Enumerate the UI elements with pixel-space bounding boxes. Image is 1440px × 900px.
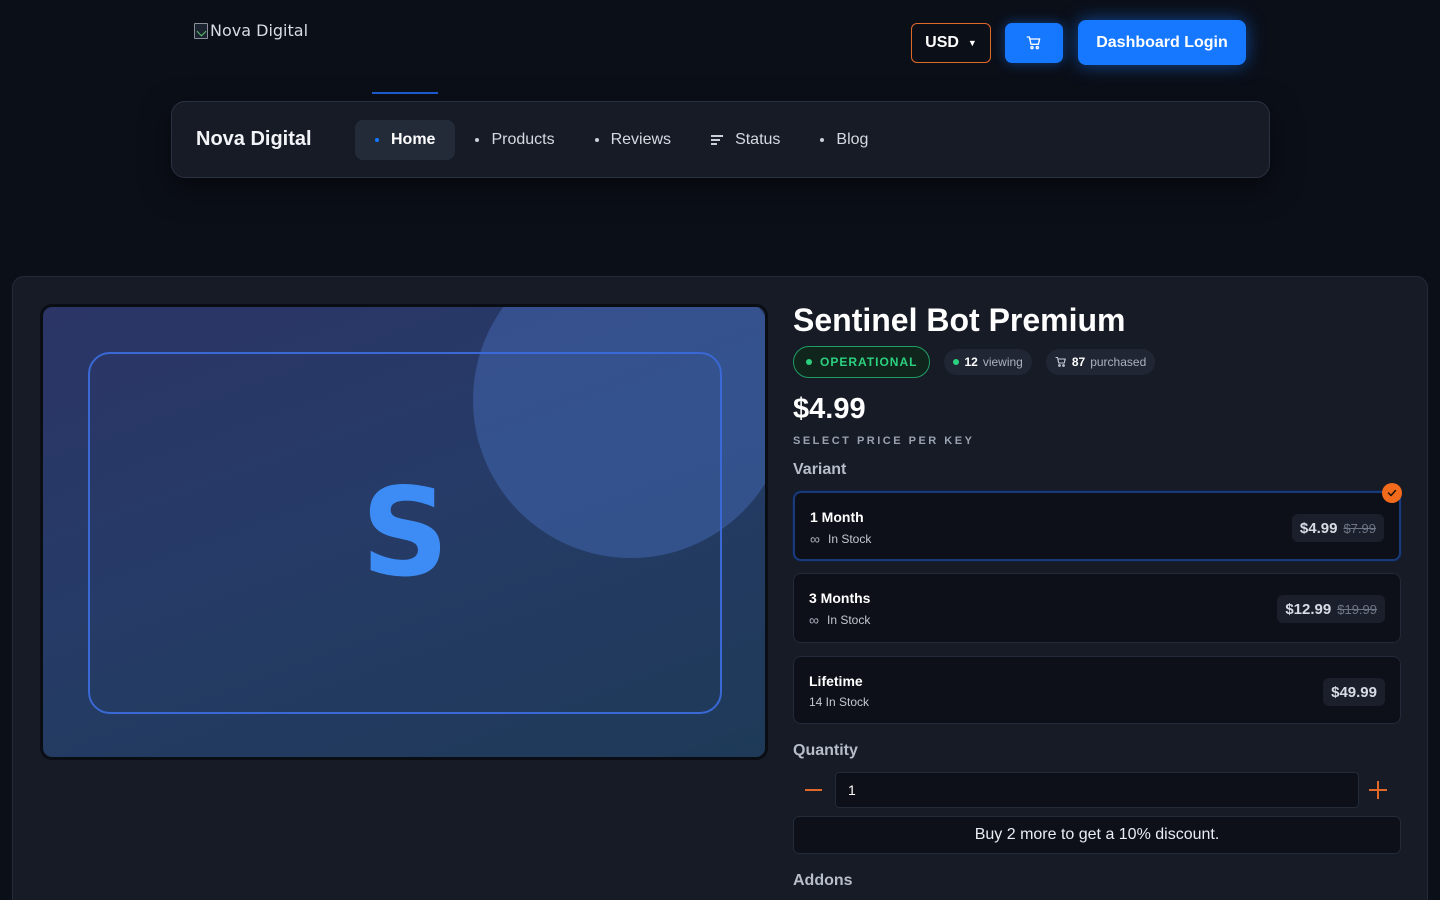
variant-stock-text: 14 In Stock [809, 695, 870, 709]
addons-label: Addons [793, 872, 853, 889]
live-dot-icon [953, 359, 960, 365]
dot-icon [475, 137, 480, 142]
plus-icon[interactable] [1369, 781, 1387, 799]
purchased-badge: 87 purchased [1045, 349, 1156, 375]
status-text: OPERATIONAL [820, 355, 918, 369]
variant-label: Variant [793, 461, 847, 478]
purchased-label: purchased [1090, 355, 1147, 369]
variant-name: 3 Months [809, 590, 871, 606]
top-bar: Nova Digital USD ▼ Dashboard Login [0, 0, 1440, 95]
variant-option-3-months[interactable]: 3 Months ∞ In Stock $12.99 $19.99 [793, 573, 1401, 643]
discount-notice: Buy 2 more to get a 10% discount. [793, 816, 1401, 854]
cart-button[interactable] [1005, 23, 1063, 63]
product-title: Sentinel Bot Premium [793, 302, 1126, 338]
caret-down-icon: ▼ [967, 38, 977, 48]
quantity-label: Quantity [793, 742, 858, 759]
nav-item-label: Status [735, 130, 781, 148]
currency-select[interactable]: USD ▼ [911, 23, 991, 63]
purchased-count: 87 [1071, 355, 1086, 369]
variant-price-old: $19.99 [1337, 601, 1377, 617]
broken-image-icon [194, 22, 208, 39]
quantity-input[interactable] [835, 772, 1359, 808]
variant-stock-text: In Stock [826, 613, 871, 627]
main-nav: Nova Digital Home Products Reviews Statu… [171, 101, 1270, 178]
logo[interactable]: Nova Digital [194, 21, 308, 40]
nav-item-label: Home [391, 130, 436, 148]
variant-price: $12.99 $19.99 [1277, 595, 1385, 623]
nav-item-status[interactable]: Status [691, 120, 800, 160]
dot-icon [820, 137, 825, 142]
active-indicator [372, 92, 438, 94]
variant-price: $4.99 $7.99 [1291, 514, 1384, 542]
variant-stock: ∞ In Stock [810, 531, 871, 547]
infinity-icon: ∞ [809, 612, 819, 628]
nav-item-reviews[interactable]: Reviews [575, 120, 691, 160]
logo-alt-text: Nova Digital [210, 21, 309, 40]
price-subtitle: SELECT PRICE PER KEY [793, 435, 975, 447]
infinity-icon: ∞ [810, 531, 820, 547]
nav-brand[interactable]: Nova Digital [196, 128, 355, 151]
nav-item-products[interactable]: Products [455, 120, 574, 160]
product-price: $4.99 [793, 393, 866, 425]
variant-price: $49.99 [1323, 678, 1385, 706]
nav-item-label: Blog [836, 130, 869, 148]
variant-price-current: $4.99 [1299, 519, 1338, 537]
variant-name: Lifetime [809, 673, 863, 689]
cart-icon [1055, 356, 1066, 367]
minus-icon[interactable] [805, 789, 822, 791]
viewing-badge: 12 viewing [944, 349, 1032, 375]
quantity-stepper [793, 772, 1401, 808]
nav-item-home[interactable]: Home [355, 119, 456, 160]
status-badge: OPERATIONAL [793, 346, 931, 378]
variant-stock: ∞ In Stock [809, 612, 870, 628]
product-badges: OPERATIONAL 12 viewing 87 purchased [793, 346, 1156, 378]
variant-option-1-month[interactable]: 1 Month ∞ In Stock $4.99 $7.99 [793, 491, 1401, 561]
viewing-label: viewing [982, 355, 1023, 369]
nav-item-label: Reviews [610, 130, 672, 148]
product-image: S [40, 304, 768, 760]
variant-stock: 14 In Stock [809, 695, 869, 709]
nav-item-blog[interactable]: Blog [800, 120, 888, 160]
status-dot-icon [806, 359, 812, 365]
variant-price-old: $7.99 [1343, 520, 1376, 536]
selected-check-icon [1382, 483, 1402, 503]
dot-icon [375, 137, 379, 142]
dot-icon [594, 137, 599, 142]
variant-option-lifetime[interactable]: Lifetime 14 In Stock $49.99 [793, 656, 1401, 724]
variant-price-current: $49.99 [1331, 683, 1377, 701]
dashboard-login-button[interactable]: Dashboard Login [1078, 20, 1246, 65]
nav-item-label: Products [491, 130, 555, 148]
status-lines-icon [711, 134, 724, 145]
product-letter: S [361, 462, 449, 604]
variant-name: 1 Month [810, 509, 864, 525]
variant-price-current: $12.99 [1285, 600, 1332, 618]
variant-stock-text: In Stock [827, 532, 872, 546]
cart-icon [1026, 36, 1041, 50]
viewing-count: 12 [964, 355, 978, 369]
currency-value: USD [925, 34, 959, 51]
